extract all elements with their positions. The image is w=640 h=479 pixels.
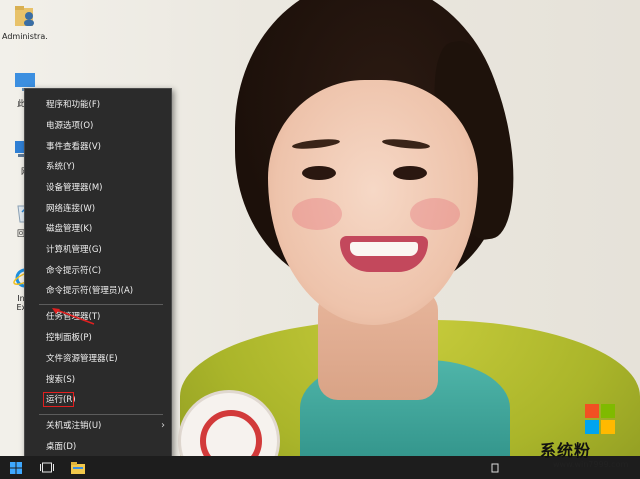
menu-item-power-options[interactable]: 电源选项(O)	[25, 116, 171, 136]
menu-item-shutdown-signout[interactable]: 关机或注销(U) ›	[25, 416, 171, 436]
wallpaper-cheek-right	[410, 198, 460, 230]
wallpaper-cheek-left	[292, 198, 342, 230]
run-highlight-box	[43, 392, 74, 407]
menu-item-computer-management[interactable]: 计算机管理(G)	[25, 240, 171, 260]
folder-icon	[71, 461, 85, 474]
chevron-right-icon: ›	[161, 420, 165, 431]
menu-item-network-connections[interactable]: 网络连接(W)	[25, 199, 171, 219]
menu-item-search[interactable]: 搜索(S)	[25, 370, 171, 390]
task-view-button[interactable]	[32, 456, 62, 479]
tray-device-icon	[491, 463, 499, 472]
tray-device-button[interactable]	[488, 456, 502, 479]
menu-item-file-explorer[interactable]: 文件资源管理器(E)	[25, 349, 171, 369]
menu-item-task-manager[interactable]: 任务管理器(T)	[25, 307, 171, 327]
menu-item-system[interactable]: 系统(Y)	[25, 157, 171, 177]
start-button[interactable]	[0, 456, 32, 479]
user-folder-icon	[15, 6, 34, 26]
desktop-icon-administrator[interactable]: Administra...	[2, 4, 48, 41]
menu-item-command-prompt-admin[interactable]: 命令提示符(管理员)(A)	[25, 281, 171, 301]
menu-item-shutdown-label: 关机或注销(U)	[46, 421, 102, 431]
red-pointer-arrow-icon	[52, 308, 95, 325]
wallpaper-eye-right	[393, 166, 427, 180]
menu-item-programs-features[interactable]: 程序和功能(F)	[25, 95, 171, 115]
wallpaper-eye-left	[302, 166, 336, 180]
watermark-brand: 系统粉	[540, 441, 592, 460]
winx-context-menu: 程序和功能(F) 电源选项(O) 事件查看器(V) 系统(Y) 设备管理器(M)…	[24, 88, 172, 460]
menu-separator	[39, 414, 163, 415]
menu-item-device-manager[interactable]: 设备管理器(M)	[25, 178, 171, 198]
menu-item-desktop[interactable]: 桌面(D)	[25, 437, 171, 457]
menu-item-disk-management[interactable]: 磁盘管理(K)	[25, 219, 171, 239]
menu-item-command-prompt[interactable]: 命令提示符(C)	[25, 261, 171, 281]
windows-logo-icon	[10, 461, 22, 474]
menu-item-control-panel[interactable]: 控制面板(P)	[25, 328, 171, 348]
watermark-logo-icon	[585, 404, 615, 434]
task-view-icon	[40, 462, 54, 473]
desktop-icon-label: Administra...	[2, 32, 48, 41]
watermark-url: www.win7999.com	[553, 460, 629, 469]
menu-item-event-viewer[interactable]: 事件查看器(V)	[25, 137, 171, 157]
menu-separator	[39, 304, 163, 305]
file-explorer-taskbar-button[interactable]	[64, 456, 92, 479]
wallpaper-teeth	[350, 242, 418, 256]
